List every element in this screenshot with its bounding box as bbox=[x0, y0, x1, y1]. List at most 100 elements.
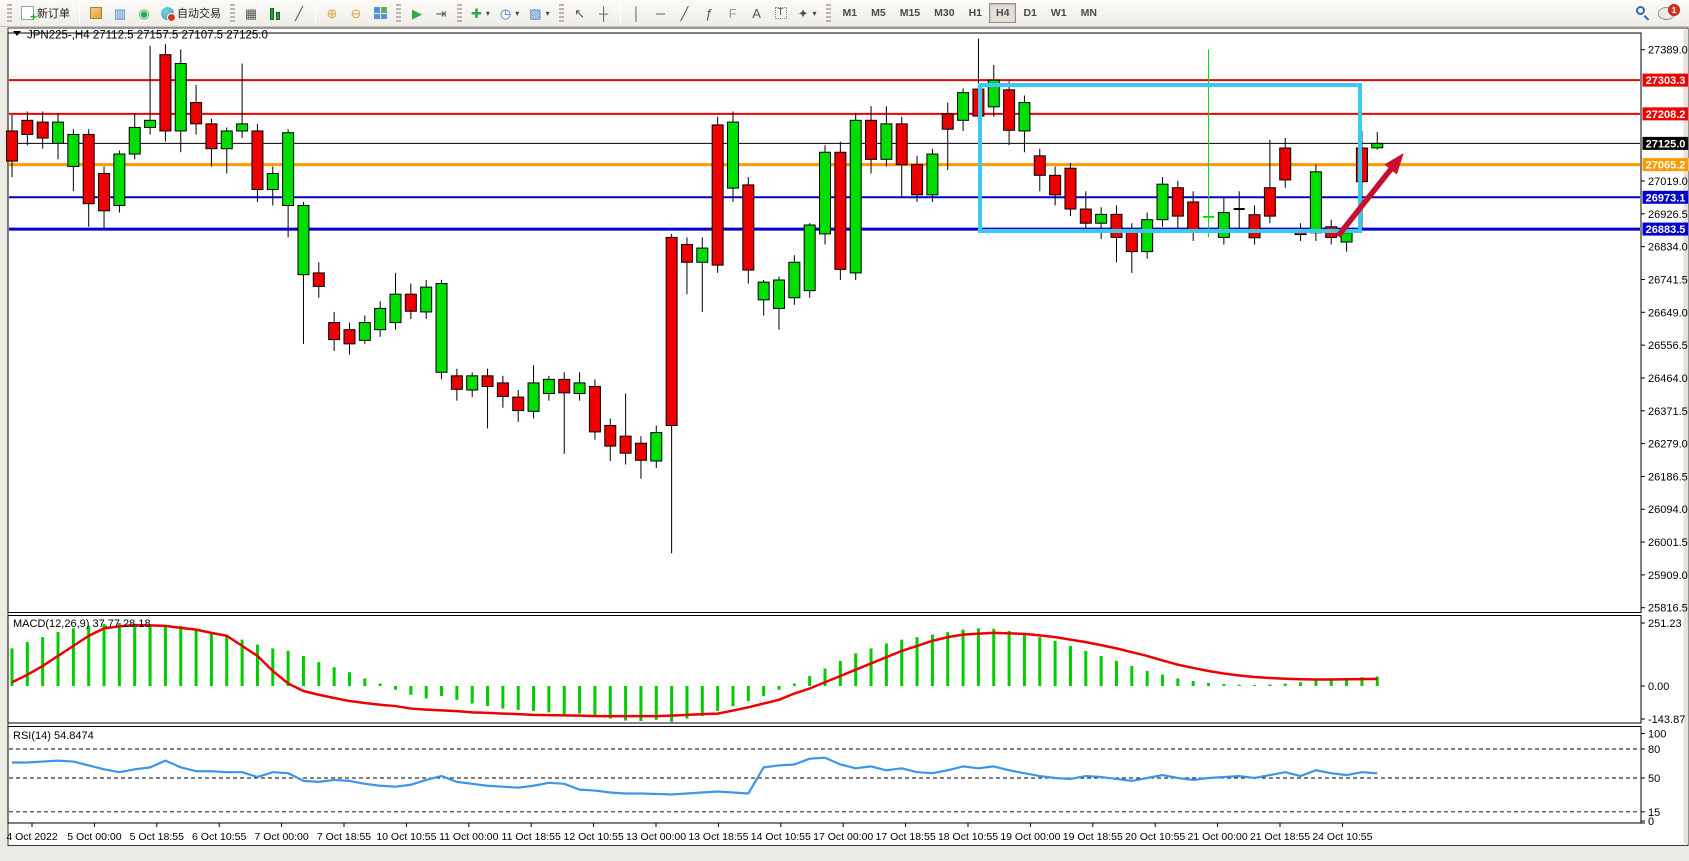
zoom-in-button[interactable]: ⊕ bbox=[321, 2, 343, 24]
crosshair-button[interactable]: ┼ bbox=[593, 2, 615, 24]
svg-text:27065.2: 27065.2 bbox=[1646, 160, 1686, 172]
text-button[interactable]: A bbox=[746, 2, 768, 24]
timeframe-m15[interactable]: M15 bbox=[893, 3, 927, 23]
toolbar-drag-handle[interactable] bbox=[457, 4, 462, 22]
chart-shift-icon: ⇥ bbox=[436, 7, 447, 20]
time-label: 10 Oct 10:55 bbox=[376, 831, 436, 843]
indicators-button[interactable]: ✚ ▾ bbox=[467, 2, 494, 24]
chart-shift-button[interactable]: ⇥ bbox=[430, 2, 452, 24]
toolbar-drag-handle[interactable] bbox=[7, 4, 12, 22]
svg-text:27303.3: 27303.3 bbox=[1646, 75, 1686, 87]
crosshair-icon: ┼ bbox=[599, 7, 608, 20]
time-label: 17 Oct 00:00 bbox=[813, 831, 873, 843]
text-label-button[interactable]: T bbox=[770, 2, 792, 24]
market-watch-button[interactable] bbox=[85, 2, 107, 24]
periods-button[interactable]: ◷ ▾ bbox=[496, 2, 523, 24]
rsi-tick-100: 100 bbox=[1648, 729, 1666, 741]
cursor-button[interactable]: ↖ bbox=[569, 2, 591, 24]
tile-windows-icon bbox=[374, 7, 387, 19]
time-label: 7 Oct 00:00 bbox=[254, 831, 308, 843]
vertical-line-button[interactable]: │ bbox=[626, 2, 648, 24]
price-tick-26926.5: 26926.5 bbox=[1648, 209, 1688, 221]
toolbar-drag-handle[interactable] bbox=[826, 4, 831, 22]
timeframe-d1[interactable]: D1 bbox=[1016, 3, 1043, 23]
auto-trading-label: 自动交易 bbox=[177, 5, 221, 21]
time-label: 19 Oct 18:55 bbox=[1063, 831, 1123, 843]
price-tick-25816.5: 25816.5 bbox=[1648, 603, 1688, 615]
new-order-button[interactable]: 新订单 bbox=[17, 2, 74, 24]
time-label: 13 Oct 18:55 bbox=[688, 831, 748, 843]
timeframe-group: M1M5M15M30H1H4D1W1MN bbox=[836, 3, 1104, 23]
text-label-icon: T bbox=[775, 7, 787, 19]
timeframe-m5[interactable]: M5 bbox=[864, 3, 893, 23]
time-label: 13 Oct 00:00 bbox=[626, 831, 686, 843]
cube-icon bbox=[90, 7, 102, 19]
toolbar-drag-handle[interactable] bbox=[559, 4, 564, 22]
chevron-down-icon: ▾ bbox=[486, 9, 490, 18]
macd-tick-0.00: 0.00 bbox=[1648, 681, 1669, 693]
tile-windows-button[interactable] bbox=[369, 2, 391, 24]
new-order-label: 新订单 bbox=[37, 5, 70, 21]
svg-text:27208.2: 27208.2 bbox=[1646, 109, 1686, 121]
timeframe-mn[interactable]: MN bbox=[1074, 3, 1104, 23]
toolbar-drag-handle[interactable] bbox=[396, 4, 401, 22]
bar-chart-button[interactable]: ▦ bbox=[240, 2, 262, 24]
text-icon: A bbox=[752, 7, 761, 20]
trendline-button[interactable]: ╱ bbox=[674, 2, 696, 24]
toolbar-right-group: 1 bbox=[1636, 6, 1685, 20]
line-chart-icon: ╱ bbox=[295, 7, 303, 20]
search-icon[interactable] bbox=[1636, 6, 1650, 20]
auto-trading-icon bbox=[161, 7, 174, 20]
price-tick-26556.5: 26556.5 bbox=[1648, 340, 1688, 352]
time-label: 19 Oct 00:00 bbox=[1000, 831, 1060, 843]
timeframe-m1[interactable]: M1 bbox=[836, 3, 865, 23]
price-tick-26094.0: 26094.0 bbox=[1648, 504, 1688, 516]
time-label: 12 Oct 10:55 bbox=[564, 831, 624, 843]
indicators-icon: ✚ bbox=[471, 7, 482, 20]
chart-canvas[interactable]: 27389.027019.026926.526834.026741.526649… bbox=[0, 27, 1689, 856]
separator bbox=[79, 3, 80, 23]
templates-button[interactable]: ▧ ▾ bbox=[525, 2, 553, 24]
time-label: 7 Oct 18:55 bbox=[317, 831, 371, 843]
macd-label: MACD(12,26,9) 37.77 28.18 bbox=[13, 618, 151, 630]
time-label: 4 Oct 2022 bbox=[6, 831, 58, 843]
price-tick-27389.0: 27389.0 bbox=[1648, 45, 1688, 57]
time-label: 21 Oct 18:55 bbox=[1250, 831, 1310, 843]
terminal-button[interactable]: ▥ bbox=[109, 2, 131, 24]
trendline-icon: ╱ bbox=[681, 7, 689, 20]
candle-chart-button[interactable] bbox=[264, 2, 286, 24]
toolbar-drag-handle[interactable] bbox=[230, 4, 235, 22]
timeframe-m30[interactable]: M30 bbox=[927, 3, 961, 23]
channel-button[interactable]: F bbox=[722, 2, 744, 24]
chevron-down-icon: ▾ bbox=[546, 9, 550, 18]
chat-icon[interactable]: 1 bbox=[1658, 7, 1675, 20]
navigator-button[interactable]: ◉ bbox=[133, 2, 155, 24]
horizontal-line-button[interactable]: ─ bbox=[650, 2, 672, 24]
chart-window[interactable]: 27389.027019.026926.526834.026741.526649… bbox=[0, 27, 1689, 856]
separator bbox=[620, 3, 621, 23]
zoom-out-button[interactable]: ⊖ bbox=[345, 2, 367, 24]
bar-chart-icon: ▦ bbox=[245, 7, 257, 20]
chevron-down-icon: ▾ bbox=[813, 9, 817, 18]
line-chart-button[interactable]: ╱ bbox=[288, 2, 310, 24]
zoom-out-icon: ⊖ bbox=[351, 7, 362, 20]
rsi-tick-0: 0 bbox=[1648, 816, 1654, 828]
time-label: 17 Oct 18:55 bbox=[876, 831, 936, 843]
templates-icon: ▧ bbox=[529, 7, 541, 20]
timeframe-h1[interactable]: H1 bbox=[962, 3, 989, 23]
chart-title: JPN225-,H4 27112.5 27157.5 27107.5 27125… bbox=[13, 30, 268, 42]
auto-trading-button[interactable]: 自动交易 bbox=[157, 2, 225, 24]
time-label: 21 Oct 00:00 bbox=[1188, 831, 1248, 843]
separator bbox=[315, 3, 316, 23]
timeframe-w1[interactable]: W1 bbox=[1044, 3, 1074, 23]
auto-scroll-button[interactable]: ▶ bbox=[406, 2, 428, 24]
fibonacci-button[interactable]: ƒ bbox=[698, 2, 720, 24]
cursor-icon: ↖ bbox=[574, 7, 585, 20]
timeframe-h4[interactable]: H4 bbox=[989, 3, 1016, 23]
price-tick-27019.0: 27019.0 bbox=[1648, 176, 1688, 188]
time-label: 18 Oct 10:55 bbox=[938, 831, 998, 843]
macd-tick-251.23: 251.23 bbox=[1648, 618, 1682, 630]
shapes-button[interactable]: ✦ ▾ bbox=[794, 2, 821, 24]
time-label: 14 Oct 10:55 bbox=[751, 831, 811, 843]
notification-badge: 1 bbox=[1668, 4, 1680, 16]
